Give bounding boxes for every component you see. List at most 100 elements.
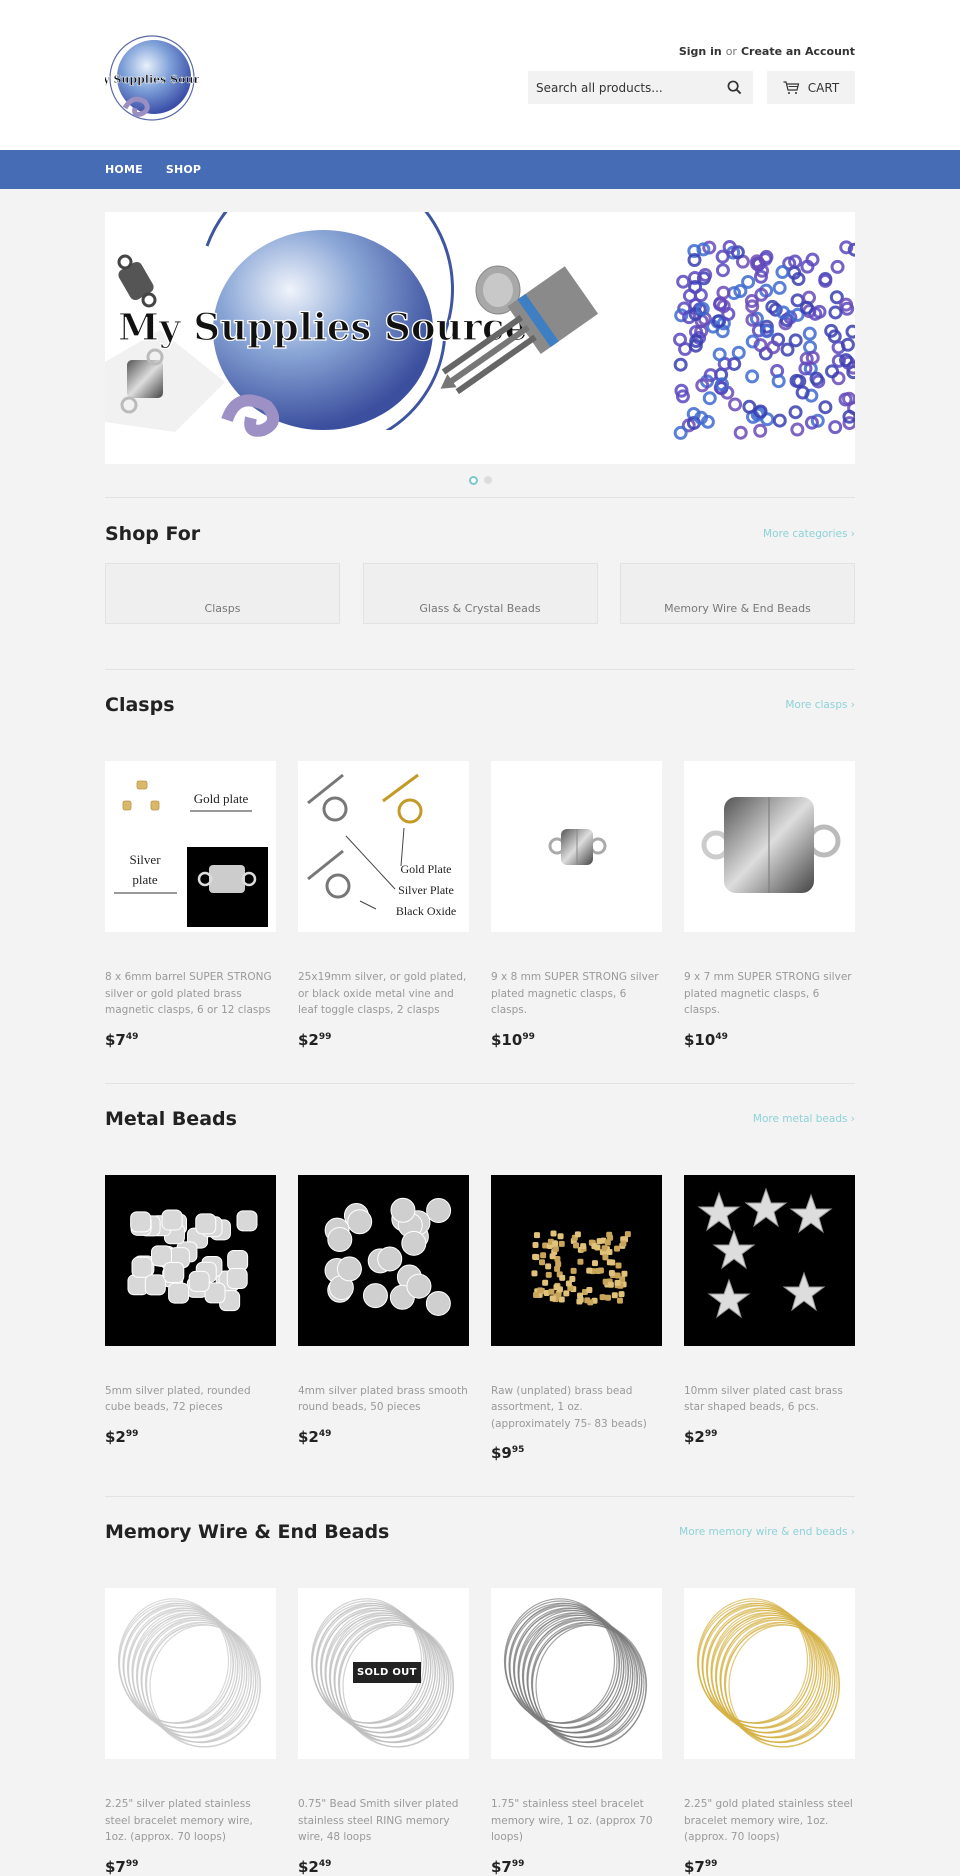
- product-image: Gold plate Silver plate: [105, 761, 276, 932]
- banner-clasp-dark: [117, 254, 157, 308]
- product-price: $799: [105, 1857, 139, 1876]
- section-header: Metal Beads More metal beads ›: [105, 1108, 855, 1130]
- product-image: [684, 761, 855, 932]
- hero-banner-image: My Supplies Source: [105, 212, 855, 464]
- section-title: Clasps: [105, 694, 175, 716]
- product-price: $299: [298, 1030, 332, 1049]
- product-grid: 5mm silver plated, rounded cube beads, 7…: [105, 1174, 855, 1463]
- banner-text: My Supplies Source: [118, 305, 528, 349]
- collection-card-memory-wire[interactable]: Memory Wire & End Beads: [620, 563, 855, 624]
- header-tools: CART: [525, 71, 855, 104]
- section-header: Memory Wire & End Beads More memory wire…: [105, 1521, 855, 1543]
- slideshow-pagination: [105, 474, 855, 486]
- product-title: 0.75" Bead Smith silver plated stainless…: [298, 1798, 459, 1843]
- product-image: [491, 1174, 662, 1346]
- more-categories-link[interactable]: More categories ›: [763, 528, 855, 540]
- section-title: Memory Wire & End Beads: [105, 1521, 390, 1543]
- image-label: Black Oxide: [396, 904, 456, 918]
- image-label: Gold plate: [194, 791, 249, 806]
- product-title: 9 x 7 mm SUPER STRONG silver plated magn…: [684, 971, 852, 1016]
- product-photo: [696, 1598, 841, 1748]
- hero-slideshow[interactable]: My Supplies Source: [105, 212, 855, 464]
- slide-dot-2[interactable]: [483, 476, 492, 484]
- product-card[interactable]: 9 x 8 mm SUPER STRONG silver plated magn…: [491, 761, 662, 1049]
- slide-dot-1[interactable]: [468, 475, 478, 485]
- product-photo: [127, 1208, 258, 1311]
- product-price: $1049: [684, 1030, 728, 1049]
- search-form: [528, 71, 753, 104]
- cart-icon: [783, 80, 800, 94]
- section-divider: [105, 1082, 855, 1084]
- product-price: $995: [491, 1444, 525, 1462]
- product-title: 25x19mm silver, or gold plated, or black…: [298, 971, 467, 1016]
- image-label: Gold Plate: [401, 862, 452, 876]
- product-price: $749: [105, 1030, 139, 1049]
- section-divider: [105, 1496, 855, 1497]
- product-card[interactable]: 2.25" silver plated stainless steel brac…: [105, 1588, 276, 1876]
- collection-label: Glass & Crystal Beads: [419, 602, 541, 615]
- collection-card-glass-crystal-beads[interactable]: Glass & Crystal Beads: [362, 563, 598, 624]
- product-price: $299: [105, 1427, 139, 1446]
- product-title: 10mm silver plated cast brass star shape…: [684, 1384, 843, 1414]
- site-header: My Supplies Source Sign inor Create an Ac…: [0, 0, 960, 150]
- more-memory-wire-link[interactable]: More memory wire & end beads ›: [679, 1526, 855, 1538]
- collection-label: Memory Wire & End Beads: [664, 602, 811, 615]
- section-header: Clasps More clasps ›: [105, 694, 855, 716]
- section-header: Shop For More categories ›: [105, 523, 855, 545]
- product-photo: [503, 1598, 648, 1748]
- image-label: Silver: [129, 852, 161, 867]
- product-photo: [324, 1197, 452, 1316]
- product-card[interactable]: 9 x 7 mm SUPER STRONG silver plated magn…: [684, 761, 855, 1049]
- product-card[interactable]: 5mm silver plated, rounded cube beads, 7…: [105, 1174, 276, 1463]
- product-card[interactable]: Gold plate Silver plate 8 x 6mm barrel S…: [105, 761, 276, 1049]
- product-card[interactable]: Raw (unplated) brass bead assortment, 1 …: [491, 1174, 662, 1462]
- shop-for-section: Shop For More categories › Clasps Glass …: [105, 523, 855, 624]
- product-image: [684, 1588, 855, 1759]
- product-card[interactable]: 1.75" stainless steel bracelet memory wi…: [491, 1588, 662, 1876]
- svg-text:My Supplies Source: My Supplies Source: [105, 73, 199, 86]
- product-card[interactable]: Gold Plate Silver Plate Black Oxide 25x1…: [298, 761, 469, 1049]
- product-title: 2.25" silver plated stainless steel brac…: [105, 1798, 253, 1843]
- search-input[interactable]: [536, 80, 725, 95]
- image-label: Silver Plate: [398, 883, 454, 897]
- banner-beads: [673, 240, 855, 440]
- nav-shop[interactable]: SHOP: [166, 163, 201, 176]
- store-logo[interactable]: My Supplies Source: [91, 33, 213, 127]
- account-links: Sign in or Create an Account: [525, 45, 855, 61]
- product-card[interactable]: 10mm silver plated cast brass star shape…: [684, 1174, 855, 1463]
- product-image: [491, 1588, 662, 1759]
- search-icon: [727, 80, 741, 95]
- metal-beads-section: Metal Beads More metal beads › 5mm silve…: [105, 1108, 855, 1463]
- product-grid: 2.25" silver plated stainless steel brac…: [105, 1588, 855, 1876]
- nav-home[interactable]: HOME: [105, 163, 143, 176]
- more-metal-beads-link[interactable]: More metal beads ›: [753, 1113, 855, 1125]
- section-title: Metal Beads: [105, 1107, 237, 1130]
- section-divider: [105, 669, 855, 670]
- main-content: My Supplies Source Shop For More categor…: [105, 212, 855, 1876]
- header-right: Sign in or Create an Account Search all …: [525, 45, 855, 104]
- product-card[interactable]: 2.25" gold plated stainless steel bracel…: [684, 1588, 855, 1876]
- section-title: Shop For: [105, 523, 201, 545]
- product-price: $799: [684, 1857, 718, 1876]
- main-nav: HOME SHOP: [0, 150, 960, 189]
- collection-card-clasps[interactable]: Clasps: [105, 563, 340, 624]
- product-card[interactable]: 4mm silver plated brass smooth round bea…: [298, 1174, 469, 1463]
- more-clasps-link[interactable]: More clasps ›: [785, 699, 855, 711]
- sign-in-link[interactable]: Sign in: [679, 45, 722, 58]
- search-button[interactable]: [725, 79, 743, 97]
- product-title: 5mm silver plated, rounded cube beads, 7…: [105, 1384, 251, 1414]
- product-grid: Gold plate Silver plate 8 x 6mm barrel S…: [105, 761, 855, 1049]
- cart-label: CART: [807, 80, 840, 95]
- product-title: 1.75" stainless steel bracelet memory wi…: [491, 1798, 653, 1843]
- product-card[interactable]: SOLD OUT 0.75" Bead Smith silver plated …: [298, 1588, 469, 1876]
- product-title: 8 x 6mm barrel SUPER STRONG silver or go…: [105, 971, 272, 1016]
- product-price: $249: [298, 1427, 332, 1446]
- product-title: 9 x 8 mm SUPER STRONG silver plated magn…: [491, 971, 659, 1016]
- create-account-link[interactable]: Create an Account: [741, 45, 855, 58]
- product-title: Raw (unplated) brass bead assortment, 1 …: [491, 1384, 647, 1430]
- product-image: Gold Plate Silver Plate Black Oxide: [298, 761, 469, 932]
- cart-button[interactable]: CART: [767, 71, 855, 104]
- product-image: [298, 1174, 469, 1346]
- or-text: or: [725, 45, 737, 58]
- product-title: 2.25" gold plated stainless steel bracel…: [684, 1798, 853, 1843]
